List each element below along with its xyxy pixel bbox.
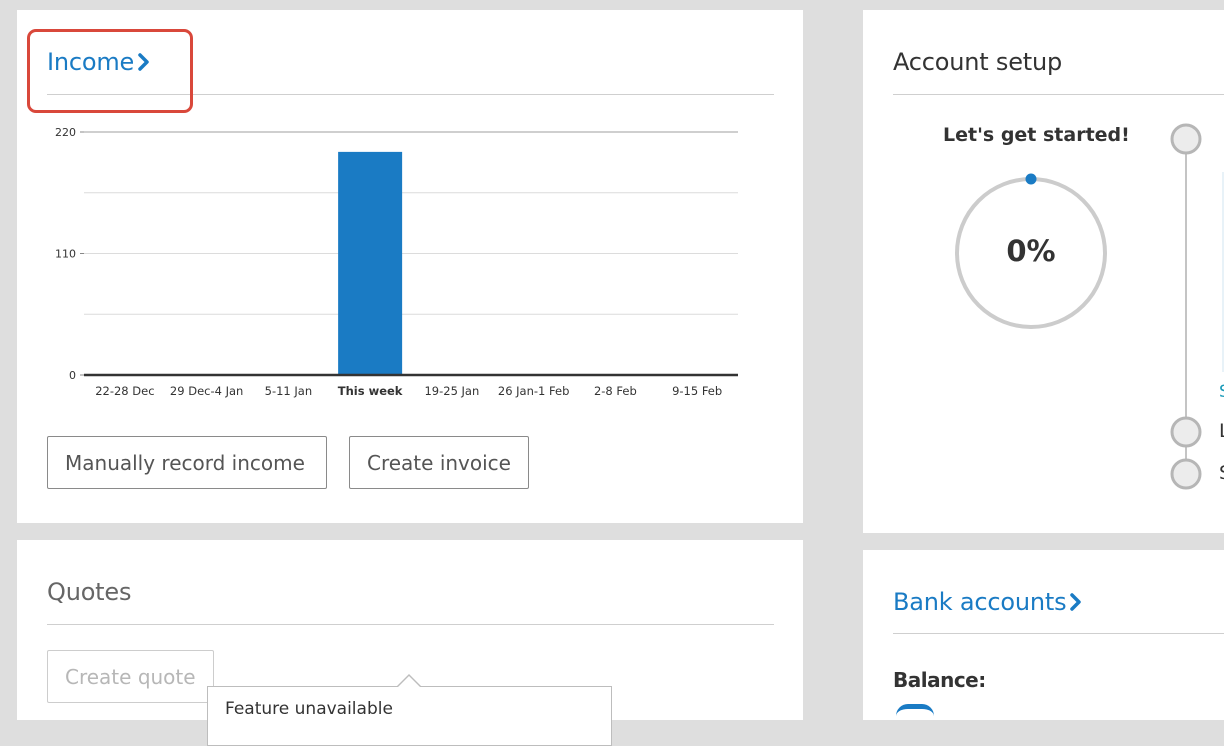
quotes-divider: [47, 624, 774, 625]
lets-get-started-label: Let's get started!: [943, 124, 1130, 146]
create-invoice-button[interactable]: Create invoice: [349, 436, 529, 489]
account-setup-divider: [893, 94, 1224, 95]
progress-percent: 0%: [1006, 234, 1056, 268]
chart-xtick-label: 29 Dec-4 Jan: [170, 384, 243, 398]
feature-unavailable-tooltip: Feature unavailable: [207, 686, 612, 746]
step-2-label: L: [1219, 420, 1224, 442]
quotes-title: Quotes: [47, 578, 132, 606]
chart-xtick-label: 19-25 Jan: [424, 384, 479, 398]
bank-accounts-divider: [893, 633, 1224, 634]
chart-xtick-label: 2-8 Feb: [594, 384, 637, 398]
step-circle-2[interactable]: [1169, 415, 1203, 449]
chart-xtick-label: 26 Jan-1 Feb: [498, 384, 570, 398]
highlight-box: [27, 29, 193, 113]
chart-xtick-label: This week: [338, 384, 403, 398]
chart-ytick-label: 220: [55, 126, 76, 139]
chart-ytick-label: 0: [69, 369, 76, 382]
bank-accounts-title-text: Bank accounts: [893, 588, 1067, 616]
income-chart: 0 110 220 22-28 Dec 29 Dec-4 Jan 5-11 Jan This…: [55, 126, 738, 398]
step-3-label: S: [1219, 462, 1224, 484]
step-circle-1[interactable]: [1169, 122, 1203, 156]
tooltip-text: Feature unavailable: [225, 699, 393, 719]
bank-accounts-title-link[interactable]: Bank accounts: [893, 588, 1082, 617]
chart-xtick-label: 9-15 Feb: [672, 384, 722, 398]
create-quote-button[interactable]: Create quote: [47, 650, 214, 703]
chevron-right-icon: [1070, 589, 1082, 617]
manually-record-income-button[interactable]: Manually record income: [47, 436, 327, 489]
progress-dot: [1025, 173, 1037, 185]
balance-value-partial: [896, 704, 934, 716]
bank-accounts-card: [863, 550, 1224, 720]
chart-bar: [338, 151, 403, 375]
balance-label: Balance:: [893, 668, 986, 692]
step-link-partial[interactable]: S: [1219, 382, 1224, 402]
tooltip-arrow-fill: [397, 676, 421, 688]
account-setup-title: Account setup: [893, 48, 1063, 76]
step-circle-3[interactable]: [1169, 457, 1203, 491]
chart-xtick-label: 22-28 Dec: [95, 384, 154, 398]
chart-ytick-label: 110: [55, 248, 76, 261]
chart-xtick-label: 5-11 Jan: [265, 384, 312, 398]
